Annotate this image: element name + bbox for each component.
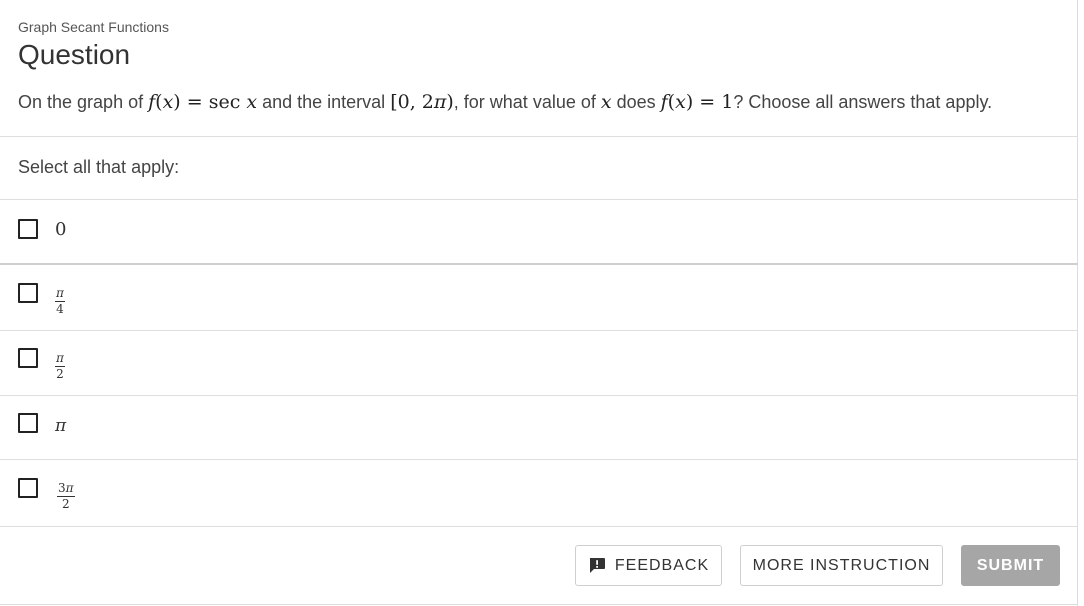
submit-button-label: SUBMIT [976,556,1045,574]
question-page: Graph Secant Functions Question On the g… [0,0,1078,606]
question-prompt: On the graph of f(x) = sec x and the int… [18,91,992,113]
option-label: 3π 2 [57,477,75,511]
option-label: π 2 [55,347,65,381]
answer-option-pi-over-2[interactable]: π 2 [0,331,1078,395]
fraction-numerator: 3π [58,481,74,495]
feedback-button[interactable]: FEEDBACK [575,545,722,586]
feedback-icon [588,557,606,574]
prompt-text: and the interval [257,92,391,112]
breadcrumb: Graph Secant Functions [18,19,169,35]
option-label: π [55,416,67,436]
submit-button[interactable]: SUBMIT [961,545,1060,586]
option-label: π 4 [55,282,65,316]
math-equation: f(x) = 1 [660,91,734,113]
page-title: Question [18,39,131,70]
fraction-denominator: 4 [56,302,64,316]
divider [0,604,1078,605]
fraction-denominator: 2 [56,367,64,381]
more-instruction-button[interactable]: MORE INSTRUCTION [740,545,943,586]
divider [0,136,1078,137]
fraction-numerator: π [56,351,64,365]
math-variable: x [600,91,612,113]
checkbox[interactable] [18,219,38,239]
math-function: f(x) = sec x [148,91,258,113]
prompt-text: ? Choose all answers that apply. [733,92,993,112]
math-interval: [0, 2π) [390,91,454,113]
answer-option-0[interactable]: 0 [0,200,1078,263]
prompt-text: , for what value of [453,92,601,112]
option-label: 0 [55,219,67,240]
select-all-label: Select all that apply: [18,157,180,177]
checkbox[interactable] [18,413,38,433]
feedback-button-label: FEEDBACK [614,556,710,574]
checkbox[interactable] [18,283,38,303]
fraction-numerator: π [56,286,64,300]
answer-option-pi-over-4[interactable]: π 4 [0,265,1078,330]
prompt-text: does [611,92,661,112]
fraction-denominator: 2 [61,497,70,511]
answer-option-pi[interactable]: π [0,396,1078,459]
more-instruction-button-label: MORE INSTRUCTION [752,556,931,574]
divider [0,526,1078,527]
answer-option-3pi-over-2[interactable]: 3π 2 [0,460,1078,526]
checkbox[interactable] [18,348,38,368]
prompt-text: On the graph of [18,92,149,112]
checkbox[interactable] [18,478,38,498]
